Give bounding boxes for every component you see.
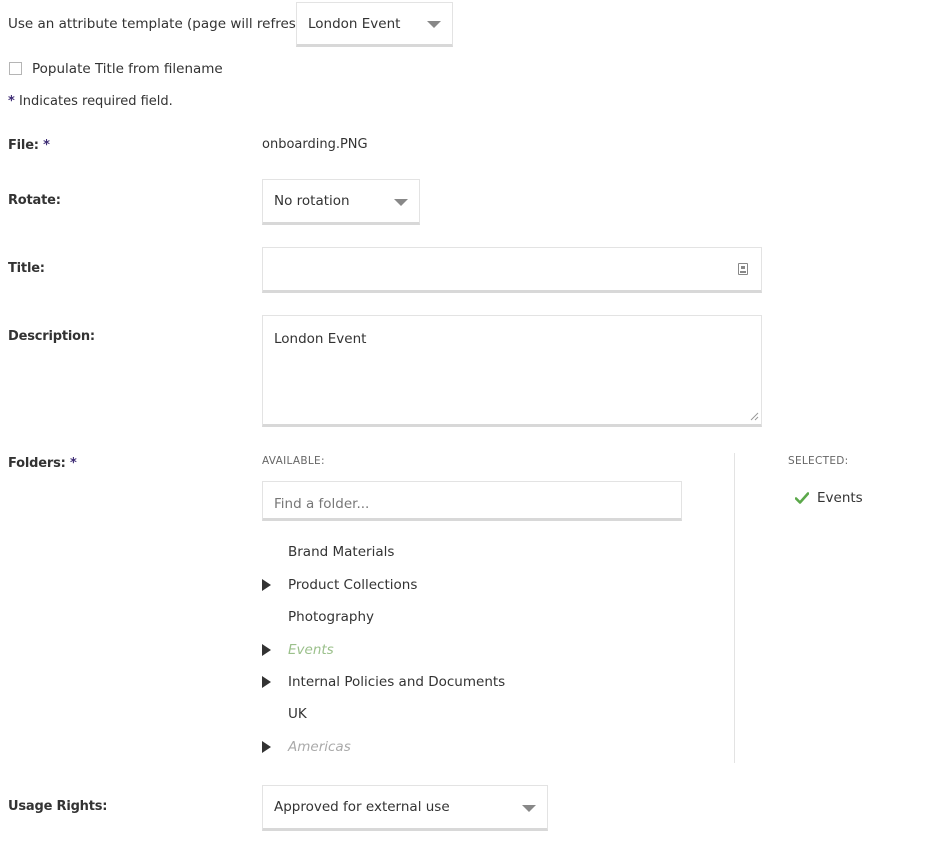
- folder-item-brand-materials[interactable]: Brand Materials: [288, 544, 394, 560]
- expand-arrow-icon[interactable]: [262, 579, 271, 591]
- rotate-select[interactable]: No rotation: [262, 179, 420, 225]
- contact-card-icon[interactable]: [738, 263, 748, 275]
- file-required-star: *: [43, 138, 50, 153]
- template-label: Use an attribute template (page will ref…: [8, 16, 315, 32]
- usage-rights-select-value: Approved for external use: [274, 799, 450, 815]
- folder-search-field[interactable]: [262, 481, 682, 521]
- required-note-text: Indicates required field.: [18, 94, 173, 109]
- resize-handle-icon[interactable]: [750, 412, 759, 421]
- available-heading: AVAILABLE:: [262, 455, 325, 467]
- selected-heading: SELECTED:: [788, 455, 849, 467]
- folder-item-events[interactable]: Events: [288, 642, 334, 658]
- title-label: Title:: [8, 261, 45, 276]
- usage-rights-label: Usage Rights:: [8, 799, 108, 814]
- populate-title-checkbox[interactable]: [9, 62, 22, 75]
- folders-label: Folders: *: [8, 456, 77, 471]
- checkmark-icon: [795, 492, 809, 504]
- folder-item-uk[interactable]: UK: [288, 706, 307, 722]
- description-textarea[interactable]: London Event: [263, 316, 761, 421]
- selected-folder-label: Events: [817, 490, 863, 506]
- folder-item-americas[interactable]: Americas: [288, 739, 351, 755]
- file-label: File: *: [8, 138, 50, 153]
- usage-rights-select[interactable]: Approved for external use: [262, 785, 548, 831]
- folder-item-product-collections[interactable]: Product Collections: [288, 577, 417, 593]
- chevron-down-icon: [394, 199, 408, 206]
- rotate-label: Rotate:: [8, 193, 61, 208]
- rotate-select-value: No rotation: [274, 193, 350, 209]
- folder-item-photography[interactable]: Photography: [288, 609, 374, 625]
- folders-divider: [734, 453, 735, 763]
- selected-folder-events[interactable]: Events: [795, 490, 863, 506]
- expand-arrow-icon[interactable]: [262, 676, 271, 688]
- title-input[interactable]: [263, 248, 761, 288]
- description-field[interactable]: London Event: [262, 315, 762, 427]
- folders-required-star: *: [69, 456, 77, 471]
- folders-label-text: Folders:: [8, 456, 66, 471]
- chevron-down-icon: [427, 21, 441, 28]
- template-select[interactable]: London Event: [296, 2, 453, 47]
- title-field[interactable]: [262, 247, 762, 293]
- required-note: * Indicates required field.: [8, 94, 173, 109]
- folder-item-internal-policies[interactable]: Internal Policies and Documents: [288, 674, 505, 690]
- file-name: onboarding.PNG: [262, 137, 368, 152]
- expand-arrow-icon[interactable]: [262, 741, 271, 753]
- chevron-down-icon: [522, 805, 536, 812]
- populate-title-label[interactable]: Populate Title from filename: [32, 61, 223, 77]
- folder-search-input[interactable]: [263, 482, 681, 516]
- template-select-value: London Event: [308, 15, 401, 32]
- description-label: Description:: [8, 329, 95, 344]
- required-star: *: [8, 94, 15, 109]
- file-label-text: File:: [8, 138, 39, 153]
- expand-arrow-icon[interactable]: [262, 644, 271, 656]
